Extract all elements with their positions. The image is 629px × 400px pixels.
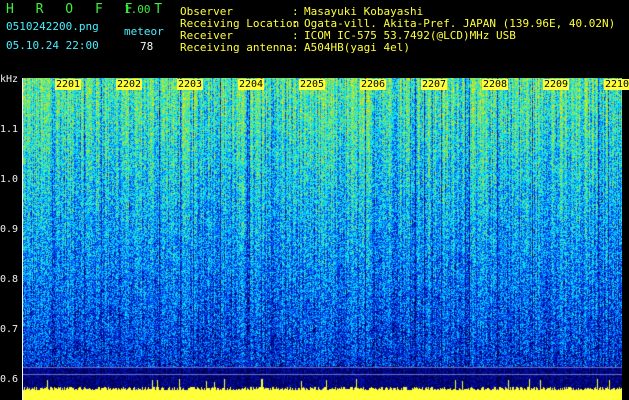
info-value-receiver: ICOM IC-575 53.7492(@LCD)MHz USB xyxy=(304,29,516,42)
info-value-observer: Masayuki Kobayashi xyxy=(304,5,424,18)
y-axis-line xyxy=(22,78,23,400)
meteor-count: 78 xyxy=(140,40,154,53)
y-tick-label: 1.1 xyxy=(0,124,19,135)
date-time: 05.10.24 22:00 xyxy=(6,39,99,52)
minute-marker: 2210 xyxy=(604,79,629,90)
y-tick-label: 0.8 xyxy=(0,274,19,285)
y-tick-label: 0.6 xyxy=(0,374,19,385)
info-value-antenna: A504HB(yagi 4el) xyxy=(304,41,410,54)
minute-marker: 2208 xyxy=(482,79,509,90)
info-label-observer: Observer xyxy=(180,5,233,18)
minute-marker: 2203 xyxy=(177,79,204,90)
y-tick-label: 1.0 xyxy=(0,174,19,185)
y-tick-label: 0.9 xyxy=(0,224,19,235)
minute-marker: 2209 xyxy=(543,79,570,90)
mode-label: meteor xyxy=(124,25,164,38)
info-label-location: Receiving Location xyxy=(180,17,300,30)
minute-marker: 2205 xyxy=(299,79,326,90)
info-label-receiver: Receiver xyxy=(180,29,233,42)
info-label-antenna: Receiving antenna xyxy=(180,41,293,54)
info-separator: : xyxy=(292,29,299,42)
spectrogram xyxy=(23,78,622,400)
app-version: 1.00 xyxy=(124,3,151,16)
file-name: 0510242200.png xyxy=(6,20,99,33)
minute-marker: 2204 xyxy=(238,79,265,90)
minute-marker: 2207 xyxy=(421,79,448,90)
y-tick-label: 0.7 xyxy=(0,324,19,335)
info-separator: : xyxy=(292,5,299,18)
unit-label: kHz xyxy=(0,74,19,85)
minute-marker: 2206 xyxy=(360,79,387,90)
info-separator: : xyxy=(292,41,299,54)
info-value-location: Ogata-vill. Akita-Pref. JAPAN (139.96E, … xyxy=(304,17,616,30)
minute-marker: 2202 xyxy=(116,79,143,90)
minute-marker: 2201 xyxy=(55,79,82,90)
info-separator: : xyxy=(292,17,299,30)
